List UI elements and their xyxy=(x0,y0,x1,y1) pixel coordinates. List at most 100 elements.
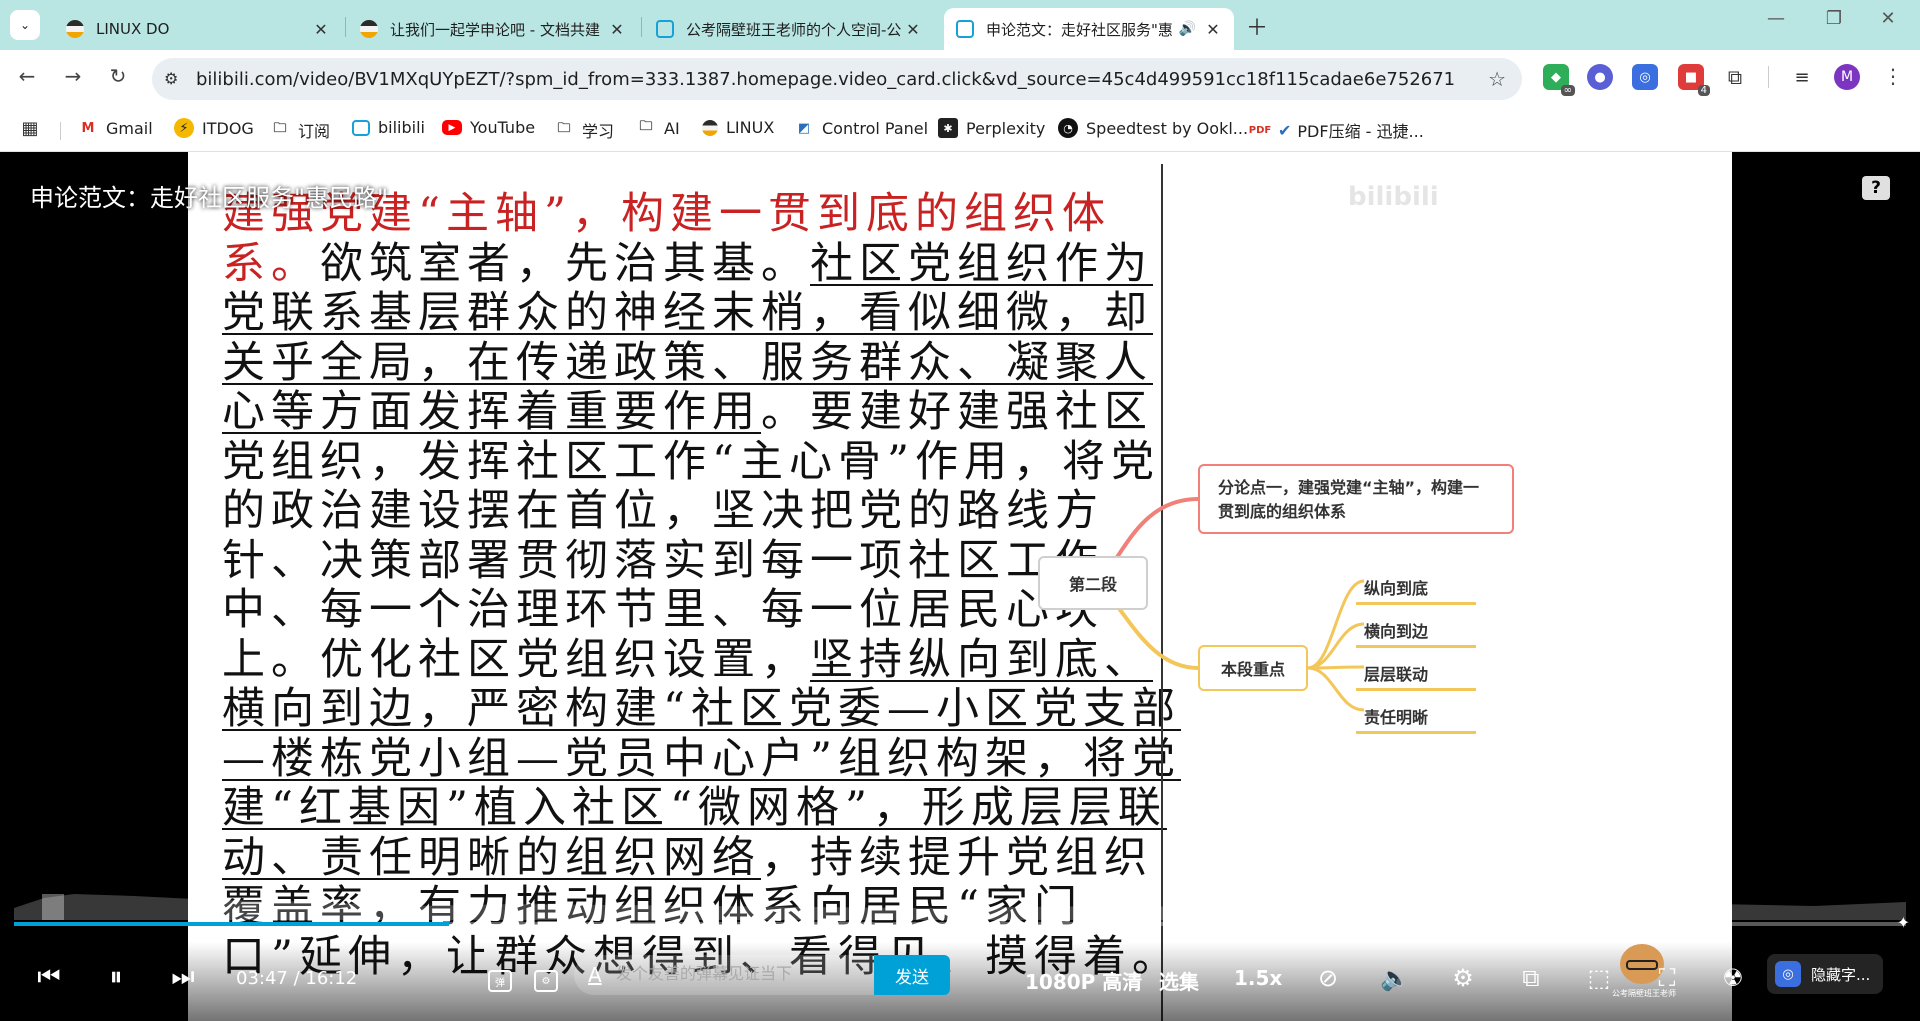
extensions-puzzle-icon[interactable]: ⧉ xyxy=(1722,64,1748,90)
reload-button[interactable]: ↻ xyxy=(103,64,133,88)
arrow-left-icon: ← xyxy=(18,64,36,88)
tab-title: 公考隔壁班王老师的个人空间-公 xyxy=(686,20,902,39)
bookmark-speedtest[interactable]: ◔ Speedtest by Ookl... xyxy=(1058,118,1248,138)
close-icon[interactable]: ✕ xyxy=(312,20,330,39)
tab-shenlun-doc[interactable]: 让我们一起学申论吧 - 文档共建 ✕ xyxy=(348,8,638,50)
bookmark-label: Speedtest by Ookl... xyxy=(1086,118,1249,138)
danmaku-input[interactable] xyxy=(616,963,856,987)
fullscreen-web-icon[interactable]: ⛶ xyxy=(1652,964,1682,992)
bookmark-control-panel[interactable]: ◩ Control Panel xyxy=(794,118,928,138)
bookmark-linux[interactable]: LINUX xyxy=(702,118,774,137)
apps-button[interactable]: ▦ xyxy=(20,118,48,139)
bookmark-pdf[interactable]: PDF ✔ PDF压缩 - 迅捷... xyxy=(1249,118,1424,142)
send-button[interactable]: 发送 xyxy=(874,955,950,995)
volume-icon[interactable]: 🔈 xyxy=(1380,964,1410,992)
mindmap-leaf: 责任明晰 xyxy=(1364,708,1429,727)
bookmark-youtube[interactable]: ▶ YouTube xyxy=(442,118,535,137)
plus-icon: ＋ xyxy=(1246,16,1269,41)
fullscreen-icon[interactable]: ☢ xyxy=(1718,964,1748,992)
avatar[interactable]: M xyxy=(1834,64,1860,90)
bookmark-gmail[interactable]: M Gmail xyxy=(78,118,153,138)
back-button[interactable]: ← xyxy=(12,64,42,88)
extension-badge: ∞ xyxy=(1560,85,1575,96)
tab-divider xyxy=(345,17,346,37)
tab-linuxdo[interactable]: LINUX DO ✕ xyxy=(54,8,342,50)
media-control-icon[interactable]: ≡ xyxy=(1789,64,1815,90)
gmail-icon: M xyxy=(81,120,95,136)
linuxdo-icon xyxy=(702,119,718,136)
episodes-button[interactable]: 选集 xyxy=(1159,966,1199,995)
forward-button[interactable]: → xyxy=(58,64,88,88)
address-bar[interactable]: ⚙ bilibili.com/video/BV1MXqUYpEZT/?spm_i… xyxy=(152,58,1522,100)
quality-button[interactable]: 1080P 高清 xyxy=(1025,966,1142,995)
bookmark-itdog[interactable]: ⚡ ITDOG xyxy=(174,118,254,138)
minimize-button[interactable]: — xyxy=(1756,8,1796,29)
help-icon[interactable]: ? xyxy=(1862,176,1890,200)
subtitle-hide-button[interactable]: ◎ 隐藏字... xyxy=(1767,954,1883,994)
bookmark-folder-ai[interactable]: 🗀 AI xyxy=(636,118,680,138)
restore-button[interactable]: ❐ xyxy=(1814,8,1854,29)
pause-button[interactable]: ⏸ xyxy=(101,962,131,993)
subtitle-extension-icon: ◎ xyxy=(1775,961,1801,987)
progress-fill xyxy=(14,922,450,926)
close-icon[interactable]: ✕ xyxy=(608,20,626,39)
speaker-icon[interactable]: 🔊 xyxy=(1179,21,1196,37)
bookmark-label: 学习 xyxy=(582,122,615,141)
speedtest-icon: ◔ xyxy=(1058,118,1078,138)
site-info-icon[interactable]: ⚙ xyxy=(164,69,178,88)
extension-4-icon[interactable]: ■ 4 xyxy=(1678,64,1710,96)
bookmark-label: AI xyxy=(664,118,680,138)
time-current: 03:47 xyxy=(236,968,288,989)
subtitle-off-icon[interactable]: ⊘ xyxy=(1313,964,1343,992)
next-button[interactable]: ⏭ xyxy=(168,962,198,993)
bilibili-icon xyxy=(656,20,674,38)
speed-button[interactable]: 1.5x xyxy=(1234,966,1282,990)
bookmarks-divider xyxy=(60,122,61,140)
mindmap-leaf: 纵向到底 xyxy=(1364,579,1429,598)
mindmap-root-label: 第二段 xyxy=(1068,575,1117,594)
mindmap-leaf: 横向到边 xyxy=(1364,622,1429,641)
url-text[interactable]: bilibili.com/video/BV1MXqUYpEZT/?spm_id_… xyxy=(196,69,1455,90)
tab-title: 申论范文：走好社区服务"惠 xyxy=(986,20,1173,39)
widescreen-icon[interactable]: ⬚ xyxy=(1584,964,1614,992)
browser-toolbar: ← → ↻ ⚙ bilibili.com/video/BV1MXqUYpEZT/… xyxy=(0,50,1920,108)
bookmark-label: LINUX xyxy=(726,118,775,137)
youtube-icon: ▶ xyxy=(442,120,462,135)
bookmark-label: 订阅 xyxy=(298,122,331,141)
picture-in-picture-icon[interactable]: ⧉ xyxy=(1516,964,1546,992)
tab-strip: ⌄ LINUX DO ✕ 让我们一起学申论吧 - 文档共建 ✕ 公考隔壁班王老师… xyxy=(0,0,1920,50)
bookmark-folder-study[interactable]: 🗀 学习 xyxy=(554,118,614,142)
extension-3-icon[interactable]: ◎ xyxy=(1632,64,1658,90)
new-tab-button[interactable]: ＋ xyxy=(1246,10,1268,42)
progress-handle-icon[interactable]: ✦ xyxy=(1897,913,1910,932)
tab-teacher-space[interactable]: 公考隔壁班王老师的个人空间-公 ✕ xyxy=(644,8,934,50)
danmaku-style-icon[interactable]: A xyxy=(588,963,602,987)
pause-icon: ⏸ xyxy=(109,962,123,992)
tab-current-video[interactable]: 申论范文：走好社区服务"惠 🔊 ✕ xyxy=(944,8,1234,50)
extension-1-icon[interactable]: ◆ ∞ xyxy=(1543,64,1575,96)
window-close-button[interactable]: ✕ xyxy=(1868,8,1908,29)
arrow-right-icon: → xyxy=(64,64,82,88)
mindmap-key-node: 本段重点 xyxy=(1198,645,1308,691)
mindmap-point-node: 分论点一，建强党建“主轴”，构建一贯到底的组织体系 xyxy=(1198,464,1514,534)
video-player[interactable]: 建强党建“主轴”，构建一贯到底的组织体系。欲筑室者，先治其基。社区党组织作为党联… xyxy=(0,152,1920,1021)
close-icon[interactable]: ✕ xyxy=(904,20,922,39)
danmaku-toggle-icon[interactable]: 弹 xyxy=(488,970,512,992)
control-bar: ⏮ ⏸ ⏭ 03:47 / 16:12 弹 ⚙ A 发送 1080P 高清 选集… xyxy=(0,942,1920,1021)
extension-2-icon[interactable]: ● xyxy=(1587,64,1613,90)
bookmark-bilibili[interactable]: bilibili xyxy=(352,118,425,137)
tab-title: 让我们一起学申论吧 - 文档共建 xyxy=(390,20,600,39)
progress-bar[interactable]: ✦ xyxy=(14,913,1910,932)
close-icon[interactable]: ✕ xyxy=(1204,20,1222,39)
settings-icon[interactable]: ⚙ xyxy=(1448,964,1478,992)
bookmark-perplexity[interactable]: ✱ Perplexity xyxy=(938,118,1045,138)
tab-search-button[interactable]: ⌄ xyxy=(10,10,40,40)
danmaku-settings-icon[interactable]: ⚙ xyxy=(534,970,558,992)
progress-heat-graph xyxy=(14,894,1906,920)
browser-menu-button[interactable]: ⋮ xyxy=(1878,64,1908,88)
mindmap-point-label: 分论点一，建强党建“主轴”，构建一贯到底的组织体系 xyxy=(1218,478,1480,521)
bookmark-star-icon[interactable]: ☆ xyxy=(1488,67,1506,91)
previous-button[interactable]: ⏮ xyxy=(34,962,64,993)
bookmark-folder-subscribe[interactable]: 🗀 订阅 xyxy=(270,118,330,142)
subtitle-hide-label: 隐藏字... xyxy=(1811,965,1871,984)
